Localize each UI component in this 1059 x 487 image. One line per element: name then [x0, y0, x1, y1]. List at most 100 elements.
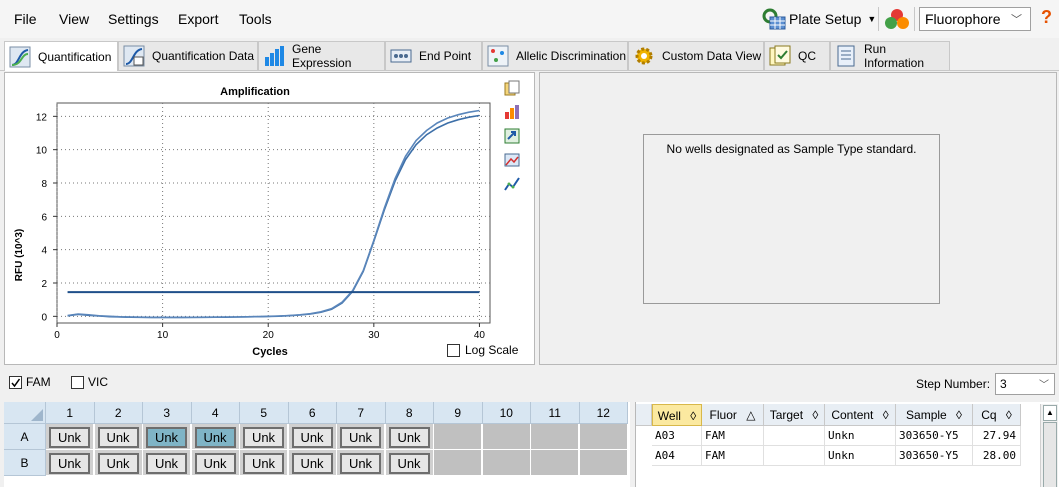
plate-select-all[interactable]	[4, 402, 46, 424]
plate-column-header[interactable]: 3	[143, 402, 192, 424]
plate-well-cell[interactable]	[531, 450, 579, 476]
chart-colors-icon[interactable]	[504, 104, 520, 120]
well-button[interactable]: Unk	[291, 453, 333, 474]
plate-row-header[interactable]: B	[4, 450, 46, 476]
export-icon[interactable]	[504, 128, 520, 144]
column-header-sample[interactable]: Sample ◊	[896, 404, 973, 426]
tab-gene-expression[interactable]: Gene Expression	[258, 41, 385, 70]
table-cell[interactable]: A03	[652, 426, 702, 446]
plate-column-header[interactable]: 6	[288, 402, 337, 424]
table-cell[interactable]	[764, 446, 825, 466]
plate-column-header[interactable]: 7	[337, 402, 386, 424]
log-scale-checkbox[interactable]	[447, 343, 460, 357]
table-cell[interactable]: 303650-Y5	[896, 446, 973, 466]
well-button[interactable]: Unk	[340, 453, 381, 474]
plate-well-cell[interactable]: Unk	[240, 450, 288, 476]
table-cell[interactable]	[764, 426, 825, 446]
plate-well-cell[interactable]: Unk	[385, 450, 434, 476]
plate-well-cell[interactable]: Unk	[240, 424, 288, 450]
well-button[interactable]: Unk	[243, 427, 284, 448]
menu-export[interactable]: Export	[178, 11, 218, 27]
log-scale-toggle[interactable]: Log Scale	[447, 343, 518, 357]
plate-column-header[interactable]: 1	[46, 402, 95, 424]
plate-row-header[interactable]: A	[4, 424, 46, 450]
plate-well-cell[interactable]	[579, 424, 628, 450]
table-cell[interactable]: Unkn	[825, 446, 896, 466]
table-cell[interactable]: 303650-Y5	[896, 426, 973, 446]
sort-icon[interactable]: ◊	[809, 408, 818, 422]
plate-well-cell[interactable]: Unk	[143, 450, 191, 476]
sort-icon[interactable]: ◊	[953, 408, 962, 422]
plate-well-cell[interactable]: Unk	[288, 450, 337, 476]
plate-well-cell[interactable]	[434, 450, 482, 476]
table-cell[interactable]: FAM	[702, 426, 764, 446]
color-wheel-button[interactable]	[884, 7, 910, 34]
table-cell[interactable]: 28.00	[973, 446, 1021, 466]
plate-well-cell[interactable]	[434, 424, 482, 450]
column-header-cq[interactable]: Cq ◊	[973, 404, 1021, 426]
column-header-fluor[interactable]: Fluor △	[702, 404, 764, 426]
well-button[interactable]: Unk	[49, 453, 90, 474]
well-button[interactable]: Unk	[388, 427, 430, 448]
menu-settings[interactable]: Settings	[108, 11, 159, 27]
plate-well-cell[interactable]	[579, 450, 628, 476]
scroll-up-icon[interactable]: ▲	[1043, 405, 1057, 421]
plate-column-header[interactable]: 4	[191, 402, 240, 424]
plate-column-header[interactable]: 11	[531, 402, 580, 424]
copy-icon[interactable]	[504, 80, 520, 96]
plate-column-header[interactable]: 5	[240, 402, 289, 424]
plate-column-header[interactable]: 8	[385, 402, 434, 424]
plate-well-cell[interactable]: Unk	[94, 450, 143, 476]
column-header-well[interactable]: Well ◊	[652, 404, 702, 426]
well-button[interactable]: Unk	[49, 427, 90, 448]
plate-well-cell[interactable]: Unk	[191, 424, 240, 450]
menu-file[interactable]: File	[14, 11, 37, 27]
plate-well-cell[interactable]: Unk	[337, 450, 385, 476]
table-cell[interactable]: A04	[652, 446, 702, 466]
amplification-chart[interactable]: Amplification Cycles RFU (10^3) 0 10 20 30 4…	[5, 73, 534, 364]
menu-tools[interactable]: Tools	[239, 11, 272, 27]
tab-quantification[interactable]: Quantification	[4, 41, 118, 71]
tab-allelic-discrimination[interactable]: Allelic Discrimination	[482, 41, 628, 70]
sort-icon[interactable]: ◊	[687, 409, 696, 423]
fluorophore-select[interactable]: Fluorophore ﹀	[919, 7, 1031, 31]
tab-qc[interactable]: QC	[764, 41, 830, 70]
table-cell[interactable]: 27.94	[973, 426, 1021, 446]
well-button[interactable]: Unk	[146, 453, 187, 474]
plate-well-cell[interactable]: Unk	[94, 424, 143, 450]
plate-column-header[interactable]: 12	[579, 402, 628, 424]
sort-icon[interactable]: ◊	[879, 408, 889, 422]
help-icon[interactable]: ?	[1041, 7, 1052, 28]
well-button[interactable]: Unk	[291, 427, 333, 448]
column-header-target[interactable]: Target ◊	[764, 404, 825, 426]
plate-column-header[interactable]: 9	[434, 402, 483, 424]
table-cell[interactable]: Unkn	[825, 426, 896, 446]
fam-checkbox[interactable]	[9, 376, 22, 389]
plate-well-cell[interactable]: Unk	[288, 424, 337, 450]
well-button[interactable]: Unk	[194, 427, 236, 448]
well-button[interactable]: Unk	[97, 453, 139, 474]
table-cell[interactable]: FAM	[702, 446, 764, 466]
plate-well-cell[interactable]: Unk	[46, 450, 94, 476]
line-style-icon[interactable]	[504, 176, 520, 192]
tab-run-information[interactable]: Run Information	[830, 41, 950, 70]
step-number-select[interactable]: 3 ﹀	[995, 373, 1055, 395]
well-button[interactable]: Unk	[97, 427, 139, 448]
plate-setup-button[interactable]: Plate Setup ▼	[761, 6, 876, 32]
plate-column-header[interactable]: 10	[482, 402, 531, 424]
well-button[interactable]: Unk	[243, 453, 284, 474]
well-button[interactable]: Unk	[388, 453, 430, 474]
sort-icon[interactable]: ◊	[1003, 408, 1012, 422]
plate-well-cell[interactable]: Unk	[337, 424, 385, 450]
tab-quantification-data[interactable]: Quantification Data	[118, 41, 258, 70]
scroll-thumb[interactable]	[1043, 422, 1057, 487]
well-button[interactable]: Unk	[194, 453, 236, 474]
sort-icon[interactable]: △	[743, 408, 755, 422]
plate-well-cell[interactable]	[531, 424, 579, 450]
tab-custom-data-view[interactable]: Custom Data View	[628, 41, 764, 70]
plate-well-cell[interactable]	[482, 450, 531, 476]
well-button[interactable]: Unk	[340, 427, 381, 448]
plate-well-cell[interactable]: Unk	[385, 424, 434, 450]
vic-checkbox[interactable]	[71, 376, 84, 389]
column-header-content[interactable]: Content ◊	[825, 404, 896, 426]
